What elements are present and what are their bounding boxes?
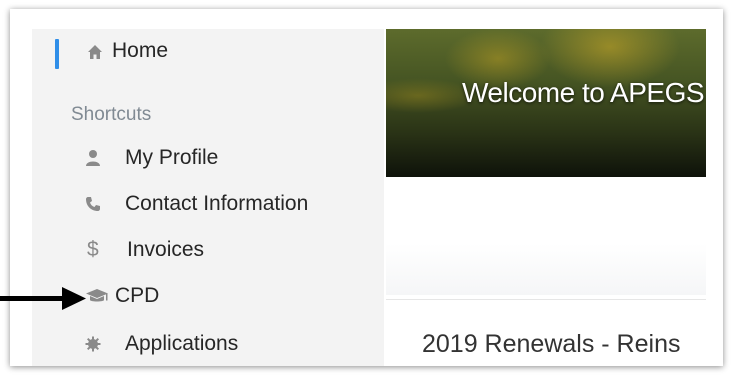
sidebar-item-contact-information[interactable]: Contact Information bbox=[85, 188, 375, 220]
user-icon bbox=[85, 147, 111, 169]
gear-icon bbox=[85, 333, 111, 355]
sidebar-item-label: Invoices bbox=[127, 238, 205, 261]
graduation-cap-icon bbox=[85, 285, 111, 307]
dollar-icon: $ bbox=[87, 238, 99, 261]
banner-title: Welcome to APEGS bbox=[462, 77, 705, 108]
sidebar-item-cpd[interactable]: CPD bbox=[85, 280, 375, 312]
welcome-banner: Welcome to APEGS bbox=[386, 29, 706, 177]
pointer-arrow-icon bbox=[0, 287, 86, 310]
renewals-card[interactable]: 2019 Renewals - Reins bbox=[386, 299, 706, 366]
sidebar-item-applications[interactable]: Applications bbox=[85, 328, 375, 360]
sidebar-item-label: Home bbox=[112, 39, 169, 62]
shortcuts-heading: Shortcuts bbox=[71, 104, 152, 125]
sidebar-item-label: Applications bbox=[125, 332, 239, 355]
active-indicator bbox=[55, 39, 59, 69]
sidebar-item-invoices[interactable]: $ Invoices bbox=[85, 234, 375, 266]
sidebar-item-label: CPD bbox=[115, 284, 160, 307]
phone-icon bbox=[85, 193, 111, 215]
sidebar-item-label: My Profile bbox=[125, 146, 219, 169]
home-icon bbox=[88, 45, 102, 59]
sidebar-item-label: Contact Information bbox=[125, 192, 309, 215]
content-divider bbox=[386, 243, 706, 295]
card-title: 2019 Renewals - Reins bbox=[422, 330, 681, 358]
screenshot-frame: Home Shortcuts My Profile Contact Inform… bbox=[10, 9, 723, 366]
sidebar-item-my-profile[interactable]: My Profile bbox=[85, 142, 375, 174]
